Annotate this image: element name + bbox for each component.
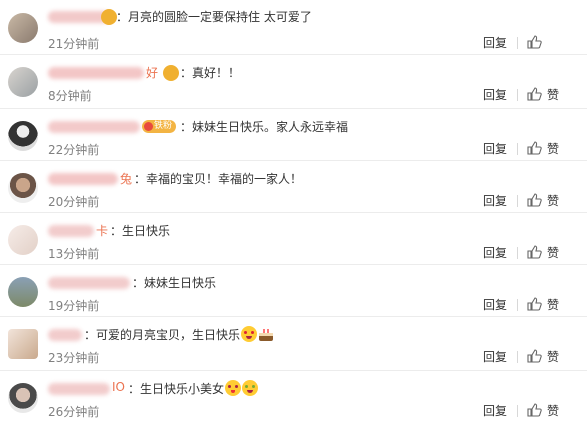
username-blurred[interactable] <box>48 383 110 395</box>
like-label: 赞 <box>547 88 560 102</box>
comment-time: 8分钟前 <box>48 89 92 103</box>
reply-button[interactable]: 回复 <box>483 140 507 157</box>
comment-text: ：生日快乐小美女 <box>128 380 259 398</box>
avatar[interactable] <box>8 67 38 97</box>
thumb-up-icon <box>527 245 542 259</box>
divider <box>517 247 518 259</box>
username-blurred[interactable] <box>48 67 144 79</box>
vip-crown-icon <box>101 9 117 25</box>
avatar[interactable] <box>8 173 38 203</box>
reply-button[interactable]: 回复 <box>483 402 507 419</box>
username-blurred[interactable] <box>48 277 130 289</box>
like-label: 赞 <box>547 142 560 156</box>
comment-text: ：可爱的月亮宝贝，生日快乐 <box>84 326 274 344</box>
reply-button[interactable]: 回复 <box>483 296 507 313</box>
like-label: 赞 <box>547 246 560 260</box>
comment-list: ：月亮的圆脸一定要保持住 太可爱了 21分钟前 回复 好 ：真好！！ 8分钟前 … <box>0 0 587 426</box>
kiss-emoji-icon <box>225 380 242 396</box>
smile-emoji-icon <box>242 380 259 396</box>
divider <box>517 89 518 101</box>
divider <box>517 405 518 417</box>
like-label: 赞 <box>547 298 560 312</box>
comment-actions: 回复 赞 <box>483 402 571 420</box>
comment-text: ：生日快乐 <box>110 224 171 238</box>
comment-text: ：妹妹生日快乐 <box>132 276 217 290</box>
like-label: 赞 <box>547 404 560 418</box>
thumb-up-icon <box>527 141 542 155</box>
reply-button[interactable]: 回复 <box>483 348 507 365</box>
comment-text-body: ：生日快乐小美女 <box>128 382 225 396</box>
comment-actions: 回复 赞 <box>483 348 571 366</box>
divider <box>517 195 518 207</box>
username[interactable]: 好 <box>146 64 158 81</box>
avatar[interactable] <box>8 121 38 151</box>
cake-emoji-icon <box>258 326 274 342</box>
comment-text: ：妹妹生日快乐。家人永远幸福 <box>180 120 349 134</box>
thumb-up-icon <box>527 193 542 207</box>
reply-button[interactable]: 回复 <box>483 244 507 261</box>
avatar[interactable] <box>8 277 38 307</box>
divider <box>517 37 518 49</box>
reply-button[interactable]: 回复 <box>483 86 507 103</box>
comment-time: 20分钟前 <box>48 195 100 209</box>
comment-actions: 回复 赞 <box>483 244 571 262</box>
thumb-up-icon <box>527 297 542 311</box>
comment-item: ：妹妹生日快乐 19分钟前 回复 赞 <box>0 265 587 319</box>
avatar[interactable] <box>8 225 38 255</box>
comment-time: 13分钟前 <box>48 247 100 261</box>
comment-item: 铁粉 ：妹妹生日快乐。家人永远幸福 22分钟前 回复 赞 <box>0 109 587 163</box>
username[interactable]: IO <box>112 380 125 394</box>
heart-eyes-emoji-icon <box>241 326 258 342</box>
username-blurred[interactable] <box>48 173 118 185</box>
reply-button[interactable]: 回复 <box>483 34 507 51</box>
comment-actions: 回复 赞 <box>483 296 571 314</box>
like-label: 赞 <box>547 350 560 364</box>
avatar[interactable] <box>8 13 38 43</box>
thumb-up-icon <box>527 87 542 101</box>
comment-actions: 回复 赞 <box>483 140 571 158</box>
comment-item: ：可爱的月亮宝贝，生日快乐 23分钟前 回复 赞 <box>0 317 587 371</box>
comment-actions: 回复 赞 <box>483 192 571 210</box>
divider <box>517 351 518 363</box>
comment-actions: 回复 <box>483 34 571 52</box>
comment-item: 卡 ：生日快乐 13分钟前 回复 赞 <box>0 213 587 267</box>
thumb-up-icon <box>527 35 542 49</box>
comment-item: 好 ：真好！！ 8分钟前 回复 赞 <box>0 55 587 109</box>
comment-item: 兔 ：幸福的宝贝！幸福的一家人！ 20分钟前 回复 赞 <box>0 161 587 215</box>
comment-item: IO ：生日快乐小美女 26分钟前 回复 赞 <box>0 371 587 425</box>
comment-time: 23分钟前 <box>48 351 100 365</box>
comment-text: ：幸福的宝贝！幸福的一家人！ <box>134 172 303 186</box>
avatar[interactable] <box>8 383 38 413</box>
reply-button[interactable]: 回复 <box>483 192 507 209</box>
username-blurred[interactable] <box>48 121 140 133</box>
comment-item: ：月亮的圆脸一定要保持住 太可爱了 21分钟前 回复 <box>0 0 587 54</box>
comment-text: ：月亮的圆脸一定要保持住 太可爱了 <box>116 10 312 24</box>
comment-text: ：真好！！ <box>180 66 241 80</box>
avatar[interactable] <box>8 329 38 359</box>
comment-time: 26分钟前 <box>48 405 100 419</box>
fan-badge-icon: 铁粉 <box>142 120 177 133</box>
comment-text-body: ：可爱的月亮宝贝，生日快乐 <box>84 328 241 342</box>
thumb-up-icon <box>527 349 542 363</box>
divider <box>517 299 518 311</box>
comment-time: 22分钟前 <box>48 143 100 157</box>
vip-crown-icon <box>163 65 179 81</box>
thumb-up-icon <box>527 403 542 417</box>
comment-time: 19分钟前 <box>48 299 100 313</box>
divider <box>517 143 518 155</box>
comment-actions: 回复 赞 <box>483 86 571 104</box>
like-label: 赞 <box>547 194 560 208</box>
comment-time: 21分钟前 <box>48 37 100 51</box>
username[interactable]: 卡 <box>96 222 108 239</box>
username-blurred[interactable] <box>48 329 82 341</box>
username-blurred[interactable] <box>48 225 94 237</box>
username[interactable]: 兔 <box>120 170 132 187</box>
